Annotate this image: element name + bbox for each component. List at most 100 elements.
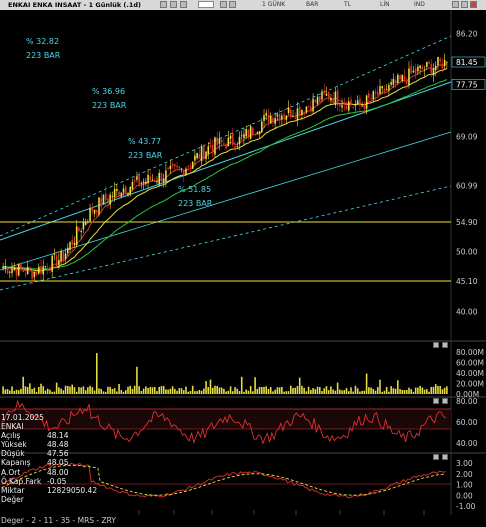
volume-bar — [379, 379, 381, 394]
rsi-panel-settings-icon[interactable] — [433, 398, 439, 404]
candle-body — [82, 222, 85, 230]
volume-panel-close-icon[interactable] — [442, 342, 448, 348]
candle-body — [194, 155, 196, 161]
macd-panel-settings-icon[interactable] — [433, 454, 439, 460]
volume-bar — [316, 386, 319, 394]
candle-body — [124, 185, 127, 194]
candle-body — [245, 129, 247, 137]
volume-bar — [147, 387, 149, 394]
info-row: A.Ort 48.00 — [1, 468, 111, 477]
volume-bar — [423, 389, 426, 394]
candle-body — [191, 162, 194, 169]
candle-body — [69, 242, 71, 250]
info-key: A.Ort — [1, 467, 21, 477]
candle-body — [78, 227, 80, 232]
channel-annotations: % 32.82 223 BAR % 36.96 223 BAR % 43.77 223 B… — [26, 37, 213, 208]
candle-body — [321, 91, 323, 100]
candle-body — [180, 168, 183, 170]
candle-body — [439, 58, 441, 62]
candle-body — [263, 115, 265, 121]
price-scale-label: 45.10 — [456, 277, 478, 286]
volume-bar — [95, 353, 98, 394]
candle-body — [240, 135, 243, 137]
volume-bar — [67, 385, 69, 394]
candle-body — [165, 170, 167, 182]
candle-body — [325, 93, 328, 96]
volume-bar — [314, 389, 317, 394]
candle-body — [414, 68, 417, 74]
candle-body — [394, 80, 397, 84]
candle-body — [93, 209, 96, 214]
volume-bar — [82, 386, 85, 394]
ema-slow-line — [3, 79, 448, 270]
volume-bar — [307, 386, 310, 394]
candle-body — [370, 98, 372, 100]
info-value: -0.05 — [47, 476, 67, 486]
volume-bar — [13, 391, 16, 394]
rsi-panel-close-icon[interactable] — [442, 398, 448, 404]
volume-bar — [138, 386, 140, 394]
volume-bar — [111, 388, 114, 394]
candle-body — [158, 172, 160, 185]
candle-body — [274, 118, 276, 124]
macd-scale-label: 1.00 — [456, 481, 473, 490]
macd-panel-close-icon[interactable] — [442, 454, 448, 460]
candle-body — [287, 107, 290, 114]
volume-bar — [296, 386, 299, 394]
volume-bar — [185, 386, 187, 394]
info-key: Yüksek — [1, 440, 27, 450]
bottom-bar: Deger - 2 - 11 - 35 - MRS - ZRY — [0, 515, 486, 527]
volume-bar — [174, 388, 176, 394]
candle-body — [189, 165, 192, 167]
candle-body — [26, 267, 29, 275]
volume-bar — [9, 390, 11, 394]
candle-body — [234, 145, 236, 149]
candle-body — [303, 111, 305, 114]
candle-body — [218, 138, 221, 144]
volume-panel-settings-icon[interactable] — [433, 342, 439, 348]
volume-bar — [356, 388, 359, 394]
volume-bar — [258, 386, 261, 394]
macd-scale-label: 0.00 — [456, 491, 473, 500]
candle-body — [334, 91, 337, 106]
candle-body — [410, 65, 412, 74]
candle-body — [359, 98, 361, 106]
candle-body — [22, 268, 24, 273]
candle-body — [432, 68, 435, 76]
indicator-params[interactable]: Deger - 2 - 11 - 35 - MRS - ZRY — [1, 516, 116, 525]
volume-bar — [254, 377, 256, 394]
volume-bar — [194, 391, 196, 394]
volume-bar — [162, 386, 165, 394]
volume-bar — [352, 391, 355, 394]
candle-body — [229, 135, 232, 139]
candle-body — [341, 105, 343, 108]
candle-body — [339, 104, 341, 107]
candle-body — [363, 103, 366, 110]
volume-bar — [116, 391, 118, 394]
price-scale-label: 69.09 — [456, 132, 478, 141]
annotation-bars: 223 BAR — [178, 199, 213, 208]
macd-scale-label: 3.00 — [456, 459, 473, 468]
volume-bar — [426, 389, 428, 394]
volume-bar — [443, 387, 446, 394]
price-scale-label: 81.45 — [456, 58, 478, 67]
volume-bar — [11, 386, 13, 394]
annotation-percent: % 51.85 — [178, 185, 211, 194]
channel-bottom-line — [0, 185, 452, 291]
volume-bar — [203, 388, 205, 394]
volume-bar — [104, 391, 107, 394]
candle-body — [343, 102, 346, 105]
volume-bar — [91, 387, 94, 394]
candle-body — [428, 61, 430, 64]
volume-bar — [24, 386, 27, 394]
candle-body — [243, 134, 245, 138]
annotation-bars: 223 BAR — [128, 151, 163, 160]
volume-bar — [298, 377, 301, 394]
rsi-scale-label: 80.00 — [456, 397, 478, 406]
macd-scale-label: 2.00 — [456, 470, 473, 479]
volume-bar — [182, 390, 185, 394]
volume-bar — [60, 388, 62, 394]
candle-body — [60, 250, 62, 262]
volume-bar — [17, 390, 20, 394]
volume-bar — [89, 385, 91, 394]
